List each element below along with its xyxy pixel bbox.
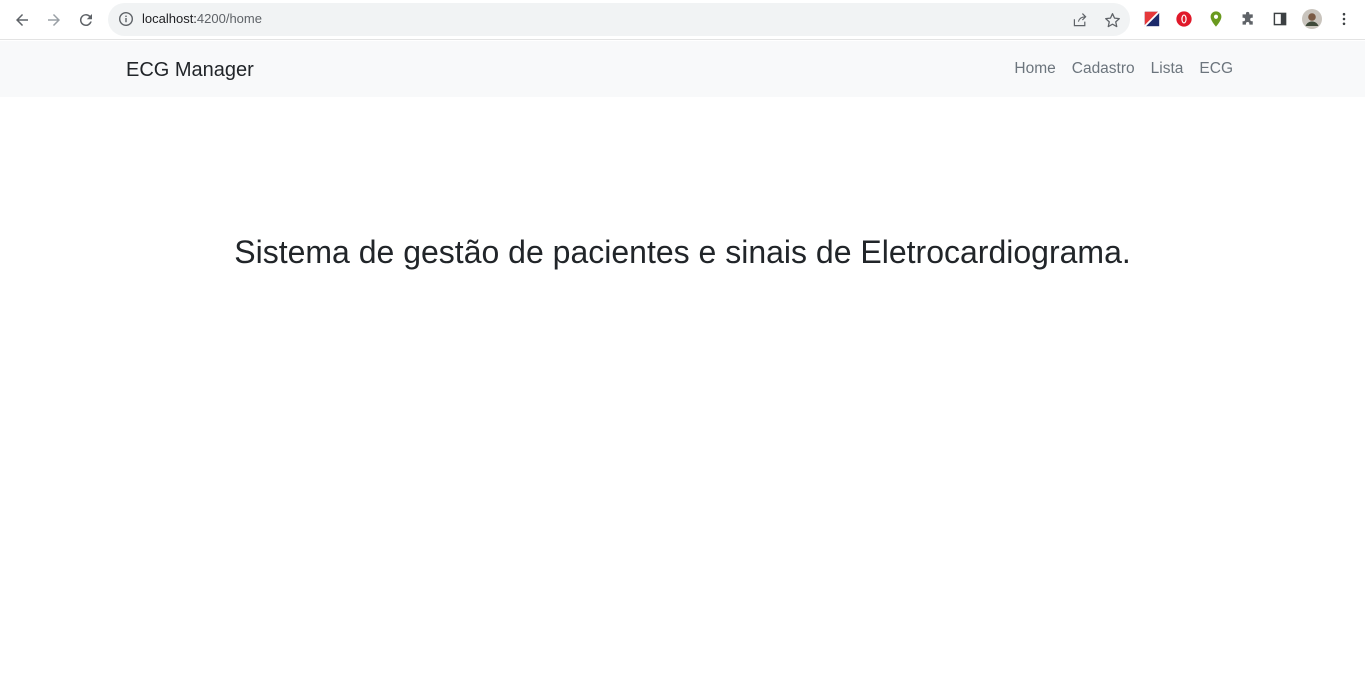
star-icon [1104, 12, 1120, 27]
side-panel-icon [1273, 12, 1287, 26]
side-panel-button[interactable] [1270, 9, 1290, 29]
more-vert-icon [1342, 12, 1346, 26]
arrow-right-icon [48, 14, 60, 26]
back-button[interactable] [10, 8, 34, 32]
profile-button[interactable] [1302, 9, 1322, 29]
nav-link-cadastro[interactable]: Cadastro [1072, 60, 1135, 78]
arrow-left-icon [16, 14, 28, 26]
avatar [1302, 9, 1322, 29]
browser-toolbar: localhost:4200/home [0, 0, 1365, 40]
reload-button[interactable] [74, 8, 98, 32]
address-bar[interactable]: localhost:4200/home [108, 3, 1130, 36]
nav-links: Home Cadastro Lista ECG [1014, 60, 1233, 78]
nav-link-ecg[interactable]: ECG [1199, 60, 1233, 78]
url-host: localhost: [142, 11, 197, 26]
brand-link[interactable]: ECG Manager [126, 59, 254, 82]
page-headline: Sistema de gestão de pacientes e sinais … [234, 234, 1131, 270]
info-icon[interactable] [118, 11, 134, 27]
opera-extension-icon [1176, 11, 1192, 27]
puzzle-icon [1242, 11, 1253, 25]
reload-icon [79, 14, 92, 27]
forward-button[interactable] [42, 8, 66, 32]
extension-flag-button[interactable] [1142, 9, 1162, 29]
nav-link-home[interactable]: Home [1014, 60, 1055, 78]
share-button[interactable] [1070, 10, 1090, 30]
url-path: 4200/home [196, 11, 262, 26]
app-navbar: ECG Manager Home Cadastro Lista ECG [0, 41, 1365, 97]
share-icon [1073, 13, 1087, 27]
extensions-button[interactable] [1238, 9, 1258, 29]
location-pin-icon [1210, 11, 1222, 27]
browser-menu-button[interactable] [1334, 9, 1354, 29]
extension-location-button[interactable] [1206, 9, 1226, 29]
extension-red-button[interactable] [1174, 9, 1194, 29]
bookmark-button[interactable] [1102, 10, 1122, 30]
flag-extension-icon [1144, 11, 1160, 27]
url-text[interactable]: localhost:4200/home [142, 11, 262, 26]
nav-link-lista[interactable]: Lista [1151, 60, 1184, 78]
